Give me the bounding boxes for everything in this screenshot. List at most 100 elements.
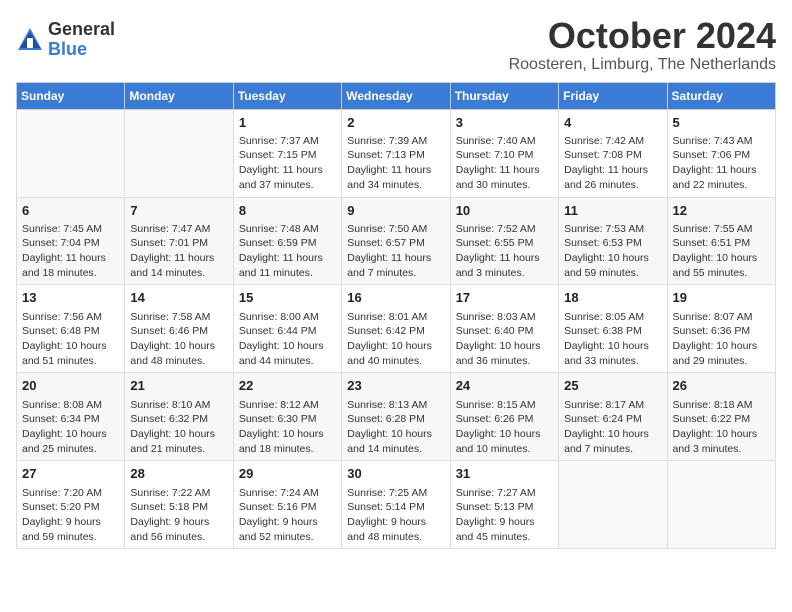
day-number: 7 [130,202,227,220]
day-info: Sunrise: 8:05 AM Sunset: 6:38 PM Dayligh… [564,310,661,369]
day-info: Sunrise: 7:39 AM Sunset: 7:13 PM Dayligh… [347,134,444,193]
day-number: 13 [22,289,119,307]
day-info: Sunrise: 8:13 AM Sunset: 6:28 PM Dayligh… [347,398,444,457]
calendar-cell: 24 Sunrise: 8:15 AM Sunset: 6:26 PM Dayli… [450,373,558,461]
calendar-cell: 10Sunrise: 7:52 AM Sunset: 6:55 PM Dayli… [450,197,558,285]
title-area: October 2024 Roosteren, Limburg, The Net… [509,16,776,74]
calendar-cell: 1Sunrise: 7:37 AM Sunset: 7:15 PM Daylig… [233,109,341,197]
calendar-cell: 26 Sunrise: 8:18 AM Sunset: 6:22 PM Dayli… [667,373,775,461]
day-number: 3 [456,114,553,132]
header: General Blue October 2024 Roosteren, Lim… [16,16,776,74]
calendar-cell: 5Sunrise: 7:43 AM Sunset: 7:06 PM Daylig… [667,109,775,197]
calendar-week-row: 20 Sunrise: 8:08 AM Sunset: 6:34 PM Dayli… [17,373,776,461]
calendar-cell: 2 Sunrise: 7:39 AM Sunset: 7:13 PM Daylig… [342,109,450,197]
day-info: Sunrise: 7:42 AM Sunset: 7:08 PM Dayligh… [564,134,661,193]
logo-text: General Blue [48,20,115,60]
day-number: 24 [456,377,553,395]
day-info: Sunrise: 7:25 AM Sunset: 5:14 PM Dayligh… [347,486,444,545]
calendar-cell: 8Sunrise: 7:48 AM Sunset: 6:59 PM Daylig… [233,197,341,285]
day-number: 9 [347,202,444,220]
day-number: 5 [673,114,770,132]
day-info: Sunrise: 7:40 AM Sunset: 7:10 PM Dayligh… [456,134,553,193]
calendar-cell: 22 Sunrise: 8:12 AM Sunset: 6:30 PM Dayli… [233,373,341,461]
day-number: 22 [239,377,336,395]
calendar-cell: 31 Sunrise: 7:27 AM Sunset: 5:13 PM Dayli… [450,461,558,549]
day-info: Sunrise: 8:18 AM Sunset: 6:22 PM Dayligh… [673,398,770,457]
day-info: Sunrise: 7:27 AM Sunset: 5:13 PM Dayligh… [456,486,553,545]
day-info: Sunrise: 7:45 AM Sunset: 7:04 PM Dayligh… [22,222,119,281]
day-number: 2 [347,114,444,132]
weekday-header-friday: Friday [559,82,667,109]
day-number: 29 [239,465,336,483]
weekday-header-monday: Monday [125,82,233,109]
calendar-cell: 14Sunrise: 7:58 AM Sunset: 6:46 PM Dayli… [125,285,233,373]
day-number: 28 [130,465,227,483]
calendar-cell: 23Sunrise: 8:13 AM Sunset: 6:28 PM Dayli… [342,373,450,461]
day-info: Sunrise: 7:56 AM Sunset: 6:48 PM Dayligh… [22,310,119,369]
day-number: 20 [22,377,119,395]
weekday-header-tuesday: Tuesday [233,82,341,109]
calendar-cell: 19 Sunrise: 8:07 AM Sunset: 6:36 PM Dayli… [667,285,775,373]
calendar-cell: 21 Sunrise: 8:10 AM Sunset: 6:32 PM Dayli… [125,373,233,461]
calendar-cell [17,109,125,197]
day-info: Sunrise: 7:58 AM Sunset: 6:46 PM Dayligh… [130,310,227,369]
weekday-header-saturday: Saturday [667,82,775,109]
calendar-location: Roosteren, Limburg, The Netherlands [509,56,776,74]
calendar-cell: 29Sunrise: 7:24 AM Sunset: 5:16 PM Dayli… [233,461,341,549]
calendar-cell: 9Sunrise: 7:50 AM Sunset: 6:57 PM Daylig… [342,197,450,285]
day-number: 8 [239,202,336,220]
calendar-cell: 15 Sunrise: 8:00 AM Sunset: 6:44 PM Dayli… [233,285,341,373]
day-number: 4 [564,114,661,132]
calendar-cell [125,109,233,197]
day-info: Sunrise: 7:22 AM Sunset: 5:18 PM Dayligh… [130,486,227,545]
calendar-cell: 20 Sunrise: 8:08 AM Sunset: 6:34 PM Dayli… [17,373,125,461]
calendar-cell: 3 Sunrise: 7:40 AM Sunset: 7:10 PM Daylig… [450,109,558,197]
day-info: Sunrise: 8:00 AM Sunset: 6:44 PM Dayligh… [239,310,336,369]
day-number: 15 [239,289,336,307]
calendar-cell: 18 Sunrise: 8:05 AM Sunset: 6:38 PM Dayli… [559,285,667,373]
calendar-cell: 12 Sunrise: 7:55 AM Sunset: 6:51 PM Dayli… [667,197,775,285]
day-info: Sunrise: 8:17 AM Sunset: 6:24 PM Dayligh… [564,398,661,457]
calendar-week-row: 1Sunrise: 7:37 AM Sunset: 7:15 PM Daylig… [17,109,776,197]
day-info: Sunrise: 7:20 AM Sunset: 5:20 PM Dayligh… [22,486,119,545]
weekday-header-wednesday: Wednesday [342,82,450,109]
logo-general-text: General [48,20,115,40]
calendar-cell: 30 Sunrise: 7:25 AM Sunset: 5:14 PM Dayli… [342,461,450,549]
day-number: 21 [130,377,227,395]
calendar-cell: 13 Sunrise: 7:56 AM Sunset: 6:48 PM Dayli… [17,285,125,373]
day-number: 11 [564,202,661,220]
calendar-cell: 28 Sunrise: 7:22 AM Sunset: 5:18 PM Dayli… [125,461,233,549]
day-info: Sunrise: 8:07 AM Sunset: 6:36 PM Dayligh… [673,310,770,369]
day-number: 25 [564,377,661,395]
day-info: Sunrise: 8:08 AM Sunset: 6:34 PM Dayligh… [22,398,119,457]
day-number: 12 [673,202,770,220]
day-number: 16 [347,289,444,307]
calendar-cell: 7 Sunrise: 7:47 AM Sunset: 7:01 PM Daylig… [125,197,233,285]
day-number: 19 [673,289,770,307]
logo-blue-text: Blue [48,40,115,60]
day-number: 10 [456,202,553,220]
day-number: 26 [673,377,770,395]
day-info: Sunrise: 8:10 AM Sunset: 6:32 PM Dayligh… [130,398,227,457]
calendar-cell: 25 Sunrise: 8:17 AM Sunset: 6:24 PM Dayli… [559,373,667,461]
day-number: 31 [456,465,553,483]
calendar-cell: 16 Sunrise: 8:01 AM Sunset: 6:42 PM Dayli… [342,285,450,373]
calendar-cell [667,461,775,549]
day-info: Sunrise: 7:37 AM Sunset: 7:15 PM Dayligh… [239,134,336,193]
calendar-week-row: 27 Sunrise: 7:20 AM Sunset: 5:20 PM Dayli… [17,461,776,549]
day-number: 27 [22,465,119,483]
day-number: 18 [564,289,661,307]
day-number: 17 [456,289,553,307]
day-number: 30 [347,465,444,483]
day-info: Sunrise: 7:47 AM Sunset: 7:01 PM Dayligh… [130,222,227,281]
logo: General Blue [16,20,115,60]
day-info: Sunrise: 8:01 AM Sunset: 6:42 PM Dayligh… [347,310,444,369]
day-info: Sunrise: 8:12 AM Sunset: 6:30 PM Dayligh… [239,398,336,457]
calendar-week-row: 6Sunrise: 7:45 AM Sunset: 7:04 PM Daylig… [17,197,776,285]
day-info: Sunrise: 8:15 AM Sunset: 6:26 PM Dayligh… [456,398,553,457]
day-info: Sunrise: 8:03 AM Sunset: 6:40 PM Dayligh… [456,310,553,369]
weekday-header-sunday: Sunday [17,82,125,109]
calendar-table: SundayMondayTuesdayWednesdayThursdayFrid… [16,82,776,550]
day-info: Sunrise: 7:55 AM Sunset: 6:51 PM Dayligh… [673,222,770,281]
calendar-cell: 6Sunrise: 7:45 AM Sunset: 7:04 PM Daylig… [17,197,125,285]
